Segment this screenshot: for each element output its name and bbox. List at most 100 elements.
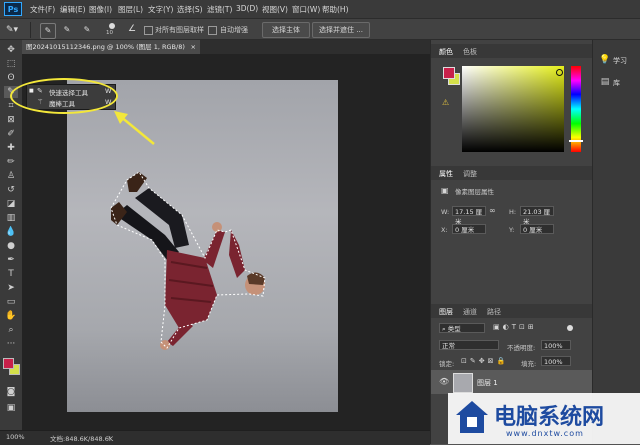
menu-file[interactable]: 文件(F) — [30, 4, 55, 15]
select-subject-button[interactable]: 选择主体 — [262, 22, 310, 38]
menu-layer[interactable]: 图层(L) — [118, 4, 143, 15]
screen-mode-icon[interactable]: ▣ — [4, 402, 18, 414]
new-selection-icon[interactable]: ✎ — [40, 23, 56, 39]
brush-settings-icon[interactable]: ∠ — [128, 24, 136, 34]
menu-type[interactable]: 文字(Y) — [148, 4, 173, 15]
blend-mode-select[interactable]: 正常 — [439, 340, 499, 350]
history-brush-tool-icon[interactable]: ↺ — [4, 184, 18, 196]
add-to-selection-icon[interactable]: ✎ — [60, 23, 74, 37]
layer-filter-select[interactable]: ⌕ 类型 — [439, 323, 485, 333]
layer-filter-icons[interactable]: ▣◐T⊡⊞ — [493, 323, 537, 331]
frame-tool-icon[interactable]: ⊠ — [4, 114, 18, 126]
rectangle-tool-icon[interactable]: ▭ — [4, 296, 18, 308]
sample-all-layers-checkbox[interactable] — [144, 26, 153, 35]
divider — [30, 22, 31, 38]
options-bar: ✎▾ ✎ ✎ ✎ 10 ∠ 对所有图层取样 自动增强 选择主体 选择并遮住 ..… — [0, 18, 640, 40]
eyedropper-tool-icon[interactable]: ✐ — [4, 128, 18, 140]
auto-enhance-checkbox[interactable] — [208, 26, 217, 35]
path-selection-tool-icon[interactable]: ➤ — [4, 282, 18, 294]
lock-label: 锁定: — [439, 360, 455, 368]
layer-thumbnail — [453, 373, 473, 393]
quick-select-tool-preset-icon[interactable]: ✎▾ — [6, 23, 20, 37]
lightbulb-icon[interactable]: 💡 — [599, 54, 611, 66]
height-input[interactable]: 21.03 厘米 — [520, 206, 554, 226]
status-expand-icon[interactable]: › — [108, 433, 111, 441]
brush-size-picker[interactable]: 10 — [103, 22, 125, 38]
lasso-tool-icon[interactable]: ʘ — [4, 72, 18, 84]
document-tab[interactable]: 图20241015112346.png @ 100% (图层 1, RGB/8)… — [22, 40, 200, 54]
zoom-level[interactable]: 100% — [6, 433, 25, 441]
menu-window[interactable]: 窗口(W) — [292, 4, 320, 15]
brush-tip-icon — [109, 23, 115, 29]
subtract-selection-icon[interactable]: ✎ — [80, 23, 94, 37]
height-label: H: — [509, 208, 517, 216]
fill-input[interactable]: 100% — [541, 356, 571, 366]
color-panel-tabs: 颜色 色板 — [431, 44, 593, 58]
lock-icons[interactable]: ⊡✎✥⊠🔒 — [461, 357, 508, 365]
healing-brush-tool-icon[interactable]: ✚ — [4, 142, 18, 154]
menu-help[interactable]: 帮助(H) — [322, 4, 349, 15]
y-input[interactable]: 0 厘米 — [520, 224, 554, 234]
menu-3d[interactable]: 3D(D) — [236, 4, 258, 13]
learn-label[interactable]: 学习 — [613, 56, 627, 66]
foreground-color-swatch-front[interactable] — [3, 358, 14, 369]
library-icon[interactable]: ▤ — [599, 76, 611, 88]
library-label[interactable]: 库 — [613, 78, 620, 88]
layer-row[interactable]: 👁 图层 1 — [431, 370, 593, 394]
clone-stamp-tool-icon[interactable]: ♙ — [4, 170, 18, 182]
close-tab-icon[interactable]: × — [191, 40, 196, 54]
falling-man-photo — [110, 171, 266, 350]
brush-tool-icon[interactable]: ✏ — [4, 156, 18, 168]
watermark-title: 电脑系统网 — [494, 405, 605, 430]
eraser-tool-icon[interactable]: ◪ — [4, 198, 18, 210]
link-dimensions-icon[interactable]: ∞ — [489, 206, 496, 215]
tab-color[interactable]: 颜色 — [439, 47, 453, 57]
watermark-url: www.dnxtw.com — [506, 429, 584, 438]
marquee-tool-icon[interactable]: ⬚ — [4, 58, 18, 70]
dodge-tool-icon[interactable]: ● — [4, 240, 18, 252]
status-bar: 100% 文档:848.6K/848.6K › — [0, 430, 430, 445]
fill-label: 填充: — [521, 360, 537, 368]
select-and-mask-button[interactable]: 选择并遮住 ... — [312, 22, 370, 38]
menu-filter[interactable]: 滤镜(T) — [207, 4, 232, 15]
color-panel-foreground-swatch[interactable] — [443, 67, 455, 79]
pen-tool-icon[interactable]: ✒ — [4, 254, 18, 266]
x-label: X: — [441, 226, 448, 234]
opacity-label: 不透明度: — [507, 344, 536, 352]
hand-tool-icon[interactable]: ✋ — [4, 310, 18, 322]
opacity-input[interactable]: 100% — [541, 340, 571, 350]
width-input[interactable]: 17.15 厘米 — [452, 206, 486, 226]
move-tool-icon[interactable]: ✥ — [4, 44, 18, 56]
tab-layers[interactable]: 图层 — [439, 307, 453, 317]
menu-view[interactable]: 视图(V) — [262, 4, 288, 15]
properties-title: 像素图层属性 — [455, 188, 494, 196]
auto-enhance-label: 自动增强 — [220, 26, 248, 34]
menu-edit[interactable]: 编辑(E) — [60, 4, 86, 15]
hue-slider[interactable] — [569, 66, 583, 152]
panels-dock: 颜色 色板 ⚠ 属性 调整 ▣ 像素图层属性 W: 17.15 厘米 ∞ H: … — [430, 40, 593, 444]
annotation-highlight-ellipse — [10, 78, 118, 114]
x-input[interactable]: 0 厘米 — [452, 224, 486, 234]
type-tool-icon[interactable]: T — [4, 268, 18, 280]
tab-adjustments[interactable]: 调整 — [463, 169, 477, 179]
hue-slider-handle[interactable] — [569, 140, 583, 142]
filter-toggle-icon[interactable] — [567, 325, 573, 331]
quick-mask-icon[interactable]: ◙ — [4, 386, 18, 398]
tab-channels[interactable]: 通道 — [463, 307, 477, 317]
annotation-arrow-icon — [114, 111, 155, 145]
blur-tool-icon[interactable]: 💧 — [4, 226, 18, 238]
tab-swatches[interactable]: 色板 — [463, 47, 477, 57]
menu-image[interactable]: 图像(I) — [89, 4, 112, 15]
document-image[interactable] — [67, 80, 338, 412]
visibility-eye-icon[interactable]: 👁 — [439, 377, 449, 386]
tab-paths[interactable]: 路径 — [487, 307, 501, 317]
color-field[interactable] — [462, 66, 564, 152]
more-tools-icon[interactable]: ··· — [4, 338, 18, 350]
layers-panel-tabs: 图层 通道 路径 — [431, 304, 593, 318]
gradient-tool-icon[interactable]: ▥ — [4, 212, 18, 224]
zoom-tool-icon[interactable]: ⌕ — [4, 324, 18, 336]
menu-select[interactable]: 选择(S) — [177, 4, 203, 15]
layer-filter-value: 类型 — [447, 325, 461, 333]
tab-properties[interactable]: 属性 — [439, 169, 453, 179]
color-picker-cursor[interactable] — [556, 69, 563, 76]
